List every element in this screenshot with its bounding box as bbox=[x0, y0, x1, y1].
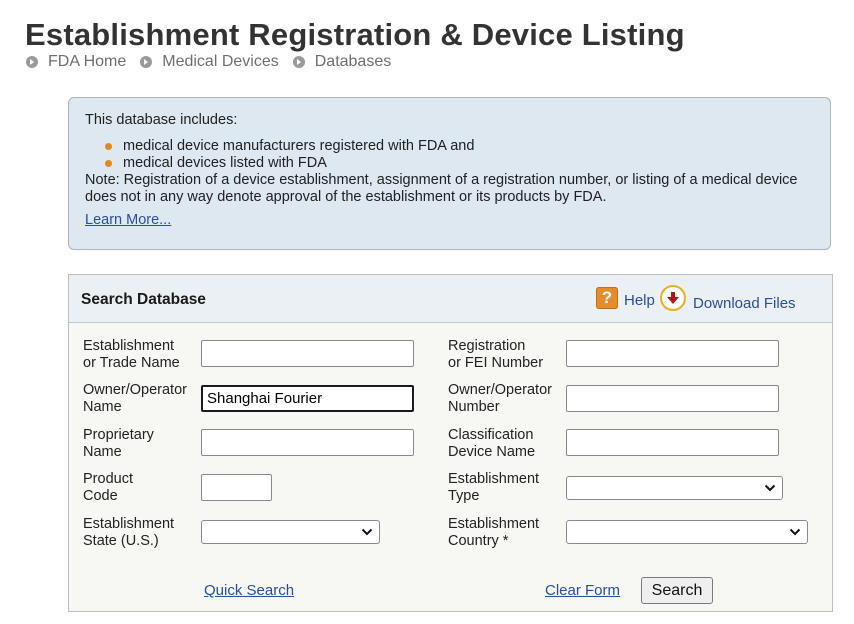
help-link[interactable]: ? Help bbox=[596, 287, 655, 309]
download-label[interactable]: Download Files bbox=[693, 295, 796, 312]
help-label[interactable]: Help bbox=[624, 292, 655, 309]
chevron-down-icon bbox=[361, 528, 373, 536]
registration-number-label: Registration or FEI Number bbox=[448, 338, 544, 371]
breadcrumb-arrow-icon bbox=[140, 56, 153, 68]
breadcrumb-item-fda-home[interactable]: FDA Home bbox=[26, 53, 126, 71]
breadcrumb-label[interactable]: Medical Devices bbox=[162, 53, 278, 71]
info-note: Note: Registration of a device establish… bbox=[85, 172, 798, 205]
proprietary-name-input[interactable] bbox=[201, 429, 414, 456]
page-title: Establishment Registration & Device List… bbox=[25, 17, 685, 52]
product-code-label: Product Code bbox=[83, 471, 133, 504]
establishment-state-select[interactable] bbox=[201, 520, 380, 544]
establishment-type-label: Establishment Type bbox=[448, 471, 540, 504]
product-code-input[interactable] bbox=[201, 474, 272, 501]
breadcrumb-arrow-icon bbox=[26, 56, 38, 68]
info-list: medical device manufacturers registered … bbox=[85, 138, 814, 172]
quick-search-link[interactable]: Quick Search bbox=[204, 582, 294, 599]
help-icon[interactable]: ? bbox=[596, 287, 618, 309]
info-bullet: medical devices listed with FDA bbox=[105, 155, 814, 172]
registration-number-input[interactable] bbox=[566, 340, 779, 367]
download-icon[interactable] bbox=[660, 285, 686, 311]
breadcrumb-label[interactable]: FDA Home bbox=[48, 53, 126, 71]
breadcrumb: FDA Home Medical Devices Databases bbox=[26, 53, 405, 71]
establishment-name-input[interactable] bbox=[201, 340, 414, 367]
search-header: Search Database ? Help Download Files bbox=[69, 275, 832, 323]
establishment-country-select[interactable] bbox=[566, 520, 808, 544]
classification-name-input[interactable] bbox=[566, 429, 779, 456]
info-intro: This database includes: bbox=[85, 112, 238, 128]
proprietary-name-label: Proprietary Name bbox=[83, 427, 154, 460]
search-title: Search Database bbox=[81, 291, 206, 308]
chevron-down-icon bbox=[789, 528, 801, 536]
info-bullet: medical device manufacturers registered … bbox=[105, 138, 814, 155]
owner-operator-name-input[interactable] bbox=[201, 385, 414, 412]
owner-operator-number-label: Owner/Operator Number bbox=[448, 382, 552, 415]
breadcrumb-item-medical-devices[interactable]: Medical Devices bbox=[140, 53, 279, 71]
breadcrumb-label[interactable]: Databases bbox=[315, 53, 392, 71]
establishment-type-select[interactable] bbox=[566, 476, 783, 500]
database-info-box: This database includes: medical device m… bbox=[68, 97, 831, 250]
download-files-link[interactable]: Download Files bbox=[660, 285, 796, 312]
learn-more-link[interactable]: Learn More... bbox=[85, 212, 171, 229]
chevron-down-icon bbox=[764, 484, 776, 492]
breadcrumb-item-databases[interactable]: Databases bbox=[292, 53, 392, 71]
search-panel: Search Database ? Help Download Files Es… bbox=[68, 274, 833, 612]
classification-name-label: Classification Device Name bbox=[448, 427, 536, 460]
breadcrumb-arrow-icon bbox=[292, 56, 305, 68]
establishment-state-label: Establishment State (U.S.) bbox=[83, 516, 175, 549]
establishment-country-label: Establishment Country * bbox=[448, 516, 540, 549]
owner-operator-name-label: Owner/Operator Name bbox=[83, 382, 187, 415]
search-button[interactable]: Search bbox=[641, 577, 713, 604]
clear-form-link[interactable]: Clear Form bbox=[545, 582, 620, 599]
owner-operator-number-input[interactable] bbox=[566, 385, 779, 412]
establishment-name-label: Establishment or Trade Name bbox=[83, 338, 180, 371]
